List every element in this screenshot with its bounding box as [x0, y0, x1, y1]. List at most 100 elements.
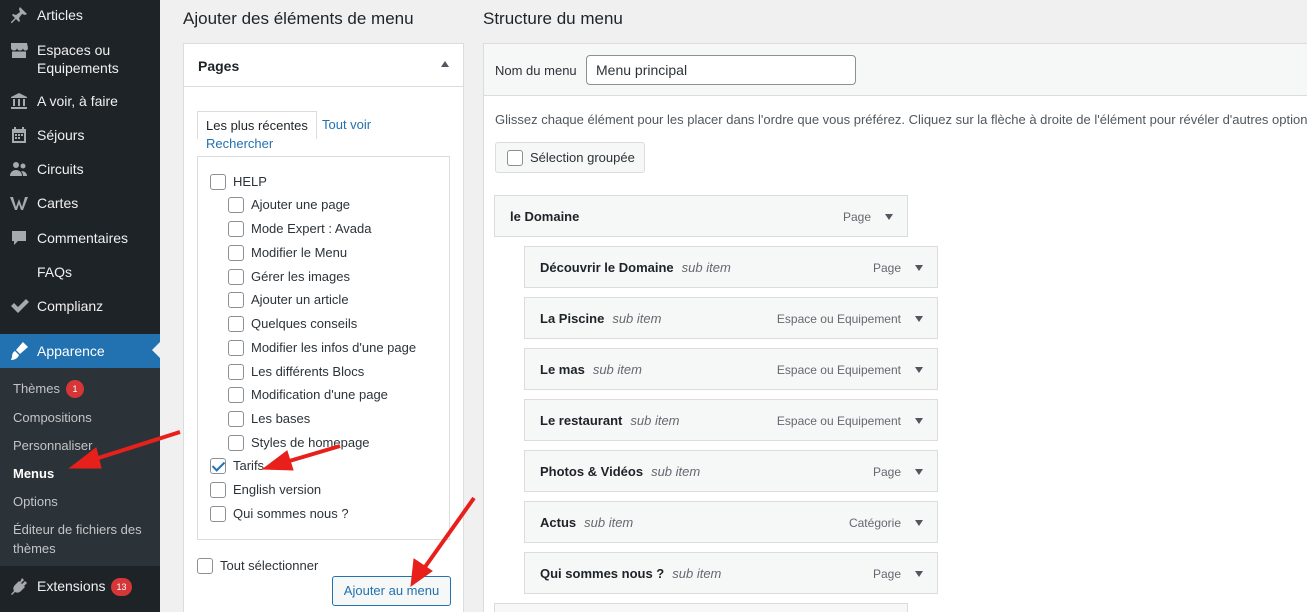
- menu-item-partial[interactable]: [494, 603, 908, 612]
- submenu-compositions[interactable]: Compositions: [13, 408, 92, 427]
- bulk-select-button[interactable]: Sélection groupée: [495, 142, 645, 173]
- page-checkbox[interactable]: [210, 482, 226, 498]
- expand-arrow-icon[interactable]: [915, 418, 923, 424]
- collapse-up-icon[interactable]: [441, 61, 449, 67]
- expand-arrow-icon[interactable]: [915, 316, 923, 322]
- page-checkbox[interactable]: [210, 506, 226, 522]
- menu-item[interactable]: Le restaurant sub item Espace ou Equipemen…: [524, 399, 938, 441]
- page-checkbox[interactable]: [228, 387, 244, 403]
- page-checkbox-label: Styles de homepage: [251, 435, 370, 450]
- sidebar-item-complianz[interactable]: Complianz: [0, 295, 160, 317]
- menu-item-type: Page: [872, 261, 901, 275]
- tab-view-all[interactable]: Tout voir: [322, 117, 371, 132]
- menu-item-title: le Domaine: [510, 209, 580, 224]
- sidebar-item-circuits[interactable]: Circuits: [0, 158, 160, 180]
- add-menu-items-heading: Ajouter des éléments de menu: [183, 9, 414, 28]
- admin-users-icon: [9, 159, 29, 179]
- expand-arrow-icon[interactable]: [915, 571, 923, 577]
- page-checkbox-label: Mode Expert : Avada: [251, 221, 372, 236]
- sidebar-item-cartes[interactable]: Cartes: [0, 192, 160, 214]
- page-checkbox-label: Modifier le Menu: [251, 245, 348, 260]
- expand-arrow-icon[interactable]: [915, 520, 923, 526]
- menu-item-type: Page: [872, 465, 901, 479]
- checkmark-icon: [9, 296, 29, 316]
- page-checkbox-label: Modifier les infos d'une page: [251, 340, 417, 355]
- menu-item[interactable]: Qui sommes nous ? sub item Page: [524, 552, 938, 594]
- page-checkbox[interactable]: [228, 411, 244, 427]
- admin-sidebar: Articles Espaces ou Equipements A voir, …: [0, 0, 160, 612]
- pages-panel-header[interactable]: Pages: [184, 44, 463, 87]
- page-checkbox-label: Tarifs: [233, 458, 265, 473]
- sidebar-item-commentaires[interactable]: Commentaires: [0, 227, 160, 249]
- sidebar-item-espaces[interactable]: Espaces ou Equipements: [0, 40, 160, 80]
- menu-item-title: La Piscine sub item: [540, 311, 662, 326]
- page-checkbox[interactable]: [228, 292, 244, 308]
- add-to-menu-button[interactable]: Ajouter au menu: [332, 576, 451, 606]
- expand-arrow-icon[interactable]: [915, 265, 923, 271]
- menu-item-title: Qui sommes nous ? sub item: [540, 566, 722, 581]
- sidebar-item-articles[interactable]: Articles: [0, 4, 160, 26]
- bank-icon: [9, 91, 29, 111]
- tab-most-recent[interactable]: Les plus récentes: [197, 111, 317, 139]
- page-checkbox[interactable]: [228, 197, 244, 213]
- update-count-badge: 13: [111, 578, 132, 596]
- menu-structure-heading: Structure du menu: [483, 9, 623, 28]
- page-checkbox[interactable]: [228, 316, 244, 332]
- menu-item[interactable]: Le mas sub item Espace ou Equipement: [524, 348, 938, 390]
- active-menu-pointer: [152, 341, 161, 359]
- submenu-menus[interactable]: Menus: [13, 464, 54, 483]
- brush-icon: [9, 341, 29, 361]
- menu-item-sub-label: sub item: [612, 311, 662, 326]
- plugin-icon: [9, 576, 29, 596]
- sidebar-item-sejours[interactable]: Séjours: [0, 124, 160, 146]
- submenu-options[interactable]: Options: [13, 492, 58, 511]
- submenu-themes[interactable]: Thèmes 1: [13, 379, 84, 398]
- menu-item-title: Découvrir le Domaine sub item: [540, 260, 731, 275]
- page-checkbox[interactable]: [228, 364, 244, 380]
- expand-arrow-icon[interactable]: [915, 469, 923, 475]
- menu-item-title: Photos & Vidéos sub item: [540, 464, 701, 479]
- page-checkbox-label: Ajouter un article: [251, 292, 349, 307]
- menu-item-type: Espace ou Equipement: [776, 312, 901, 326]
- sidebar-item-faqs[interactable]: FAQs: [0, 261, 160, 283]
- menu-item[interactable]: le Domaine Page: [494, 195, 908, 237]
- page-checkbox-label: English version: [233, 482, 322, 497]
- menu-item[interactable]: Découvrir le Domaine sub item Page: [524, 246, 938, 288]
- calendar-icon: [9, 125, 29, 145]
- page-checkbox-label: HELP: [233, 174, 267, 189]
- page-checkbox[interactable]: [210, 458, 226, 474]
- bulk-select-checkbox[interactable]: [507, 150, 523, 166]
- page-checkbox[interactable]: [228, 435, 244, 451]
- menu-item-sub-label: sub item: [681, 260, 731, 275]
- menu-item-title: Le mas sub item: [540, 362, 642, 377]
- sidebar-item-extensions[interactable]: Extensions 13: [0, 574, 160, 598]
- page-checkbox-label: Gérer les images: [251, 269, 350, 284]
- menu-name-input[interactable]: [586, 55, 856, 85]
- page-checkbox[interactable]: [210, 174, 226, 190]
- page-checkbox[interactable]: [228, 269, 244, 285]
- page-checkbox-label: Modification d'une page: [251, 387, 388, 402]
- expand-arrow-icon[interactable]: [885, 214, 893, 220]
- menu-item[interactable]: La Piscine sub item Espace ou Equipement: [524, 297, 938, 339]
- menu-item-type: Page: [842, 210, 871, 224]
- menu-item-sub-label: sub item: [651, 464, 701, 479]
- page-checkbox-label: Les bases: [251, 411, 311, 426]
- submenu-editeur-fichiers[interactable]: Éditeur de fichiers des thèmes: [13, 520, 153, 558]
- select-all-checkbox[interactable]: [197, 558, 213, 574]
- page-checkbox[interactable]: [228, 245, 244, 261]
- menu-item-title: Actus sub item: [540, 515, 634, 530]
- page-checkbox-label: Qui sommes nous ?: [233, 506, 349, 521]
- menu-item-type: Page: [872, 567, 901, 581]
- page-checkbox[interactable]: [228, 340, 244, 356]
- sidebar-item-a-voir[interactable]: A voir, à faire: [0, 90, 160, 112]
- submenu-personnaliser[interactable]: Personnaliser: [13, 436, 93, 455]
- pages-panel-title: Pages: [198, 58, 240, 74]
- tab-search[interactable]: Rechercher: [206, 136, 273, 151]
- page-checkbox-label: Ajouter une page: [251, 197, 351, 212]
- expand-arrow-icon[interactable]: [915, 367, 923, 373]
- pin-icon: [9, 5, 29, 25]
- menu-item[interactable]: Actus sub item Catégorie: [524, 501, 938, 543]
- sidebar-item-apparence[interactable]: Apparence: [0, 334, 160, 368]
- page-checkbox[interactable]: [228, 221, 244, 237]
- menu-item[interactable]: Photos & Vidéos sub item Page: [524, 450, 938, 492]
